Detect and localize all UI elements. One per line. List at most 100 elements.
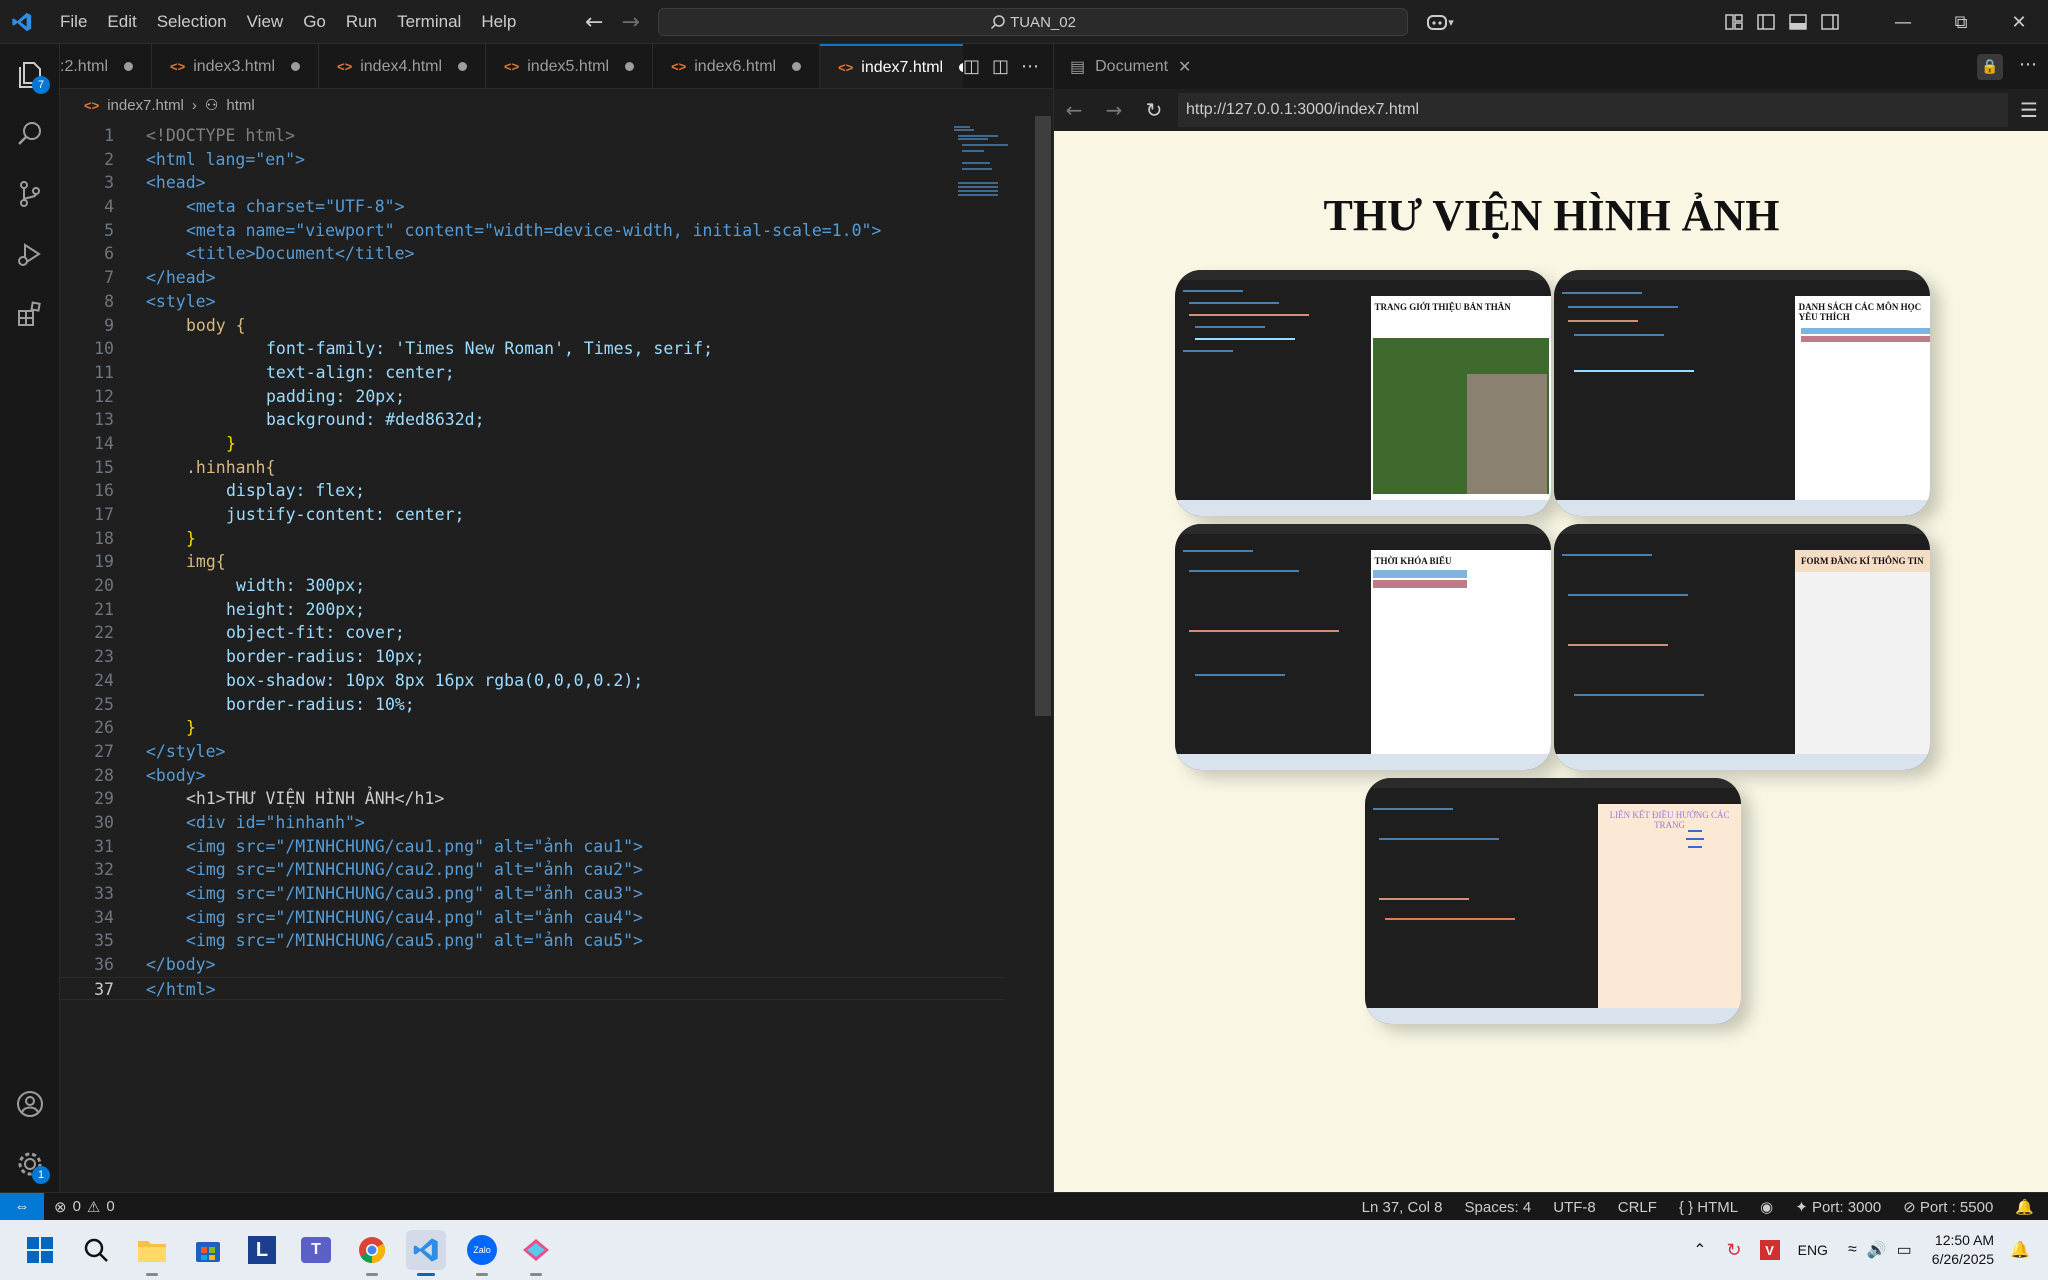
search-icon[interactable]	[0, 104, 60, 164]
windows-start-icon[interactable]	[20, 1230, 60, 1270]
modified-dot-icon[interactable]	[458, 62, 468, 71]
more-actions-icon[interactable]: ⋯	[1021, 56, 1039, 77]
tab-index4[interactable]: <> index4.html	[319, 44, 487, 88]
browser-reload-icon[interactable]: ↻	[1134, 98, 1174, 122]
lock-icon[interactable]: 🔒	[1977, 54, 2003, 80]
file-explorer-icon[interactable]	[132, 1230, 172, 1276]
chrome-icon[interactable]	[352, 1230, 392, 1276]
modified-dot-icon[interactable]	[291, 62, 301, 71]
toggle-primary-sidebar-icon[interactable]	[1750, 6, 1782, 38]
open-preview-icon[interactable]: ◫	[963, 56, 980, 77]
warning-icon: ⚠	[86, 1198, 101, 1216]
close-tab-icon[interactable]: ✕	[1178, 57, 1191, 77]
toggle-secondary-sidebar-icon[interactable]	[1814, 6, 1846, 38]
split-editor-icon[interactable]: ◫	[992, 56, 1009, 77]
port-5500[interactable]: ⊘ Port : 5500	[1903, 1198, 1993, 1216]
modified-dot-icon[interactable]	[625, 62, 635, 71]
settings-gear-icon[interactable]: 1	[0, 1134, 60, 1194]
copilot-icon[interactable]: ▾	[1420, 6, 1460, 38]
snipping-tool-icon[interactable]	[516, 1230, 556, 1276]
minimize-icon[interactable]: —	[1874, 0, 1932, 44]
code-editor[interactable]: 1 <!DOCTYPE html> 2 <html lang="en"> 3 <hea…	[60, 124, 1004, 1001]
menu-run[interactable]: Run	[336, 12, 387, 32]
chevron-up-icon[interactable]: ⌃	[1693, 1240, 1706, 1260]
language-mode[interactable]: { } HTML	[1679, 1199, 1738, 1216]
l-app-icon[interactable]: L	[242, 1230, 282, 1270]
code-line: 36 </body>	[94, 955, 216, 975]
indentation[interactable]: Spaces: 4	[1465, 1199, 1532, 1216]
search-icon[interactable]	[76, 1230, 116, 1270]
notification-bell-icon[interactable]: 🔔	[2010, 1240, 2030, 1260]
menu-help[interactable]: Help	[471, 12, 526, 32]
explorer-icon[interactable]: 7	[0, 44, 60, 104]
notifications-bell-icon[interactable]: 🔔	[2015, 1198, 2034, 1216]
modified-dot-icon[interactable]	[792, 62, 802, 71]
menu-terminal[interactable]: Terminal	[387, 12, 471, 32]
code-line: 29 <h1>THƯ VIỆN HÌNH ẢNH</h1>	[94, 789, 445, 809]
language-indicator[interactable]: ENG	[1798, 1242, 1828, 1258]
url-bar[interactable]: http://127.0.0.1:3000/index7.html	[1178, 93, 2008, 127]
activity-bar: 7 1	[0, 44, 60, 1192]
title-bar: File Edit Selection View Go Run Terminal…	[0, 0, 2048, 44]
back-arrow-icon[interactable]: ←	[585, 10, 603, 35]
code-line: 30 <div id="hinhanh">	[94, 812, 365, 832]
zalo-icon[interactable]: Zalo	[462, 1230, 502, 1276]
gallery-image: THỜI KHÓA BIỂU	[1175, 524, 1551, 770]
browser-forward-icon[interactable]: →	[1094, 98, 1134, 122]
html-file-icon: <>	[337, 59, 353, 74]
breadcrumb-node[interactable]: html	[226, 97, 254, 114]
volume-icon[interactable]: 🔊	[1867, 1240, 1887, 1260]
minimap[interactable]	[952, 124, 1024, 244]
menu-file[interactable]: File	[50, 12, 97, 32]
editor-scrollbar[interactable]	[1035, 116, 1051, 716]
tab-document[interactable]: ▤ Document ✕	[1054, 44, 1207, 89]
shot-title: FORM ĐĂNG KÍ THÔNG TIN	[1794, 550, 1930, 572]
teams-icon[interactable]: T	[296, 1230, 336, 1270]
browser-menu-icon[interactable]: ☰	[2009, 98, 2048, 122]
tab-index6[interactable]: <> index6.html	[653, 44, 821, 88]
clock[interactable]: 12:50 AM 6/26/2025	[1932, 1231, 1994, 1269]
wifi-icon[interactable]: ≈	[1848, 1241, 1857, 1259]
menu-view[interactable]: View	[237, 12, 294, 32]
v-app-icon[interactable]: V	[1759, 1240, 1780, 1260]
end-of-line[interactable]: CRLF	[1618, 1199, 1657, 1216]
html-file-icon: <>	[838, 60, 854, 75]
preview-tab-label: Document	[1095, 57, 1169, 75]
toggle-panel-icon[interactable]	[1782, 6, 1814, 38]
menu-edit[interactable]: Edit	[97, 12, 146, 32]
code-line: 16 display: flex;	[94, 481, 366, 501]
microsoft-store-icon[interactable]	[188, 1230, 228, 1270]
modified-dot-icon[interactable]	[124, 62, 134, 71]
copilot-status-icon[interactable]: ◉	[1760, 1198, 1773, 1216]
tab-index5[interactable]: <> index5.html	[486, 44, 654, 88]
accounts-icon[interactable]	[0, 1074, 60, 1134]
customize-layout-icon[interactable]	[1718, 6, 1750, 38]
run-debug-icon[interactable]	[0, 224, 60, 284]
forward-arrow-icon[interactable]: →	[621, 10, 639, 35]
breadcrumb-file[interactable]: index7.html	[107, 97, 184, 114]
menu-go[interactable]: Go	[293, 12, 336, 32]
extensions-icon[interactable]	[0, 284, 60, 344]
code-line: 27 </style>	[94, 741, 226, 761]
code-line: 11 text-align: center;	[94, 362, 455, 382]
cursor-position[interactable]: Ln 37, Col 8	[1362, 1199, 1443, 1216]
problems-indicator[interactable]: ⊗ 0 ⚠ 0	[54, 1198, 115, 1216]
simple-browser-panel: ▤ Document ✕ 🔒 ⋯ ← → ↻ http://127.0.0.1:…	[1053, 44, 2048, 1192]
source-control-icon[interactable]	[0, 164, 60, 224]
tab-index3[interactable]: <> index3.html	[152, 44, 320, 88]
port-3000[interactable]: ✦ Port: 3000	[1795, 1198, 1881, 1216]
browser-back-icon[interactable]: ←	[1054, 98, 1094, 122]
battery-icon[interactable]: ▭	[1897, 1240, 1912, 1260]
menu-selection[interactable]: Selection	[147, 12, 237, 32]
tab-index2[interactable]: :2.html	[60, 44, 153, 88]
encoding[interactable]: UTF-8	[1553, 1199, 1596, 1216]
code-line: 10 font-family: 'Times New Roman', Times,…	[94, 339, 714, 359]
restore-icon[interactable]: ⧉	[1932, 0, 1990, 44]
vscode-taskbar-icon[interactable]	[406, 1230, 446, 1276]
code-line: 19 img{	[94, 552, 226, 572]
close-icon[interactable]: ✕	[1990, 0, 2048, 44]
more-actions-icon[interactable]: ⋯	[2019, 54, 2037, 75]
command-center[interactable]: TUAN_02	[658, 8, 1408, 36]
remote-icon[interactable]: ⇔	[0, 1192, 44, 1221]
sync-icon[interactable]: ↻	[1727, 1240, 1742, 1261]
